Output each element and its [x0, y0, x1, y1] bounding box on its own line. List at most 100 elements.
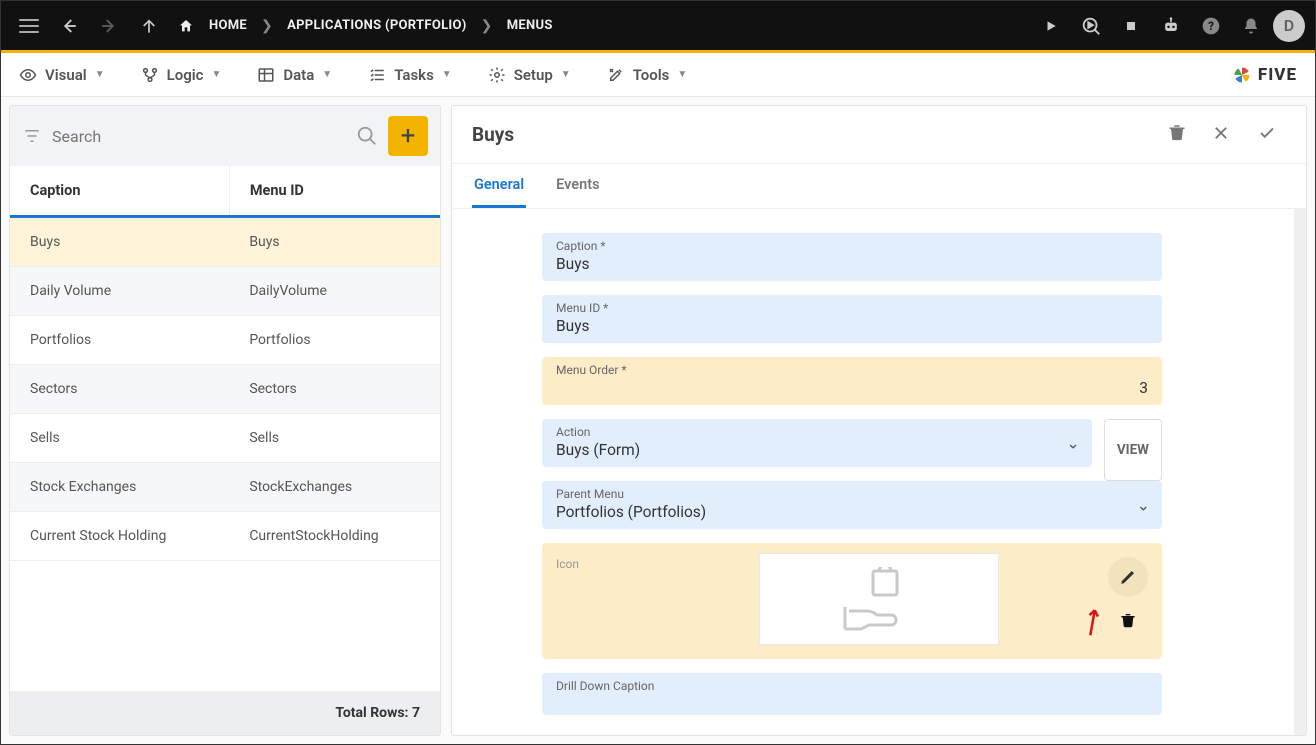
search-input[interactable]	[52, 127, 346, 146]
menu-data[interactable]: Data ▼	[257, 66, 332, 84]
view-button[interactable]: VIEW	[1104, 419, 1162, 481]
cell-caption: Stock Exchanges	[10, 463, 229, 512]
app-logo: FIVE	[1232, 65, 1297, 85]
logo-text: FIVE	[1258, 65, 1297, 85]
menu-logic[interactable]: Logic▼	[141, 66, 222, 84]
field-menuid[interactable]: Menu ID * Buys	[542, 295, 1162, 343]
check-icon	[1256, 124, 1278, 142]
cell-menuid: Sectors	[229, 365, 440, 414]
menu-list-table: Caption Menu ID BuysBuysDaily VolumeDail…	[10, 166, 440, 561]
menu-toggle-button[interactable]	[11, 8, 47, 44]
chevron-down-icon: ▼	[95, 69, 105, 80]
stop-icon	[1125, 20, 1137, 32]
field-icon: Icon	[542, 543, 1162, 659]
detail-title: Buys	[472, 123, 514, 146]
field-menuid-value: Buys	[556, 317, 1148, 335]
back-button[interactable]	[51, 8, 87, 44]
gear-icon	[488, 66, 506, 84]
branch-icon	[141, 66, 159, 84]
menu-tasks[interactable]: Tasks▼	[368, 66, 452, 84]
save-button[interactable]	[1248, 119, 1286, 151]
menu-data-label: Data	[283, 66, 314, 84]
bell-icon	[1242, 17, 1260, 35]
pencil-icon	[1119, 568, 1137, 586]
icon-edit-button[interactable]	[1108, 557, 1148, 597]
table-row[interactable]: PortfoliosPortfolios	[10, 316, 440, 365]
icon-delete-button[interactable]	[1120, 611, 1136, 633]
tab-events[interactable]: Events	[554, 164, 601, 208]
notifications-button[interactable]	[1233, 8, 1269, 44]
field-drilldown-caption[interactable]: Drill Down Caption	[542, 673, 1162, 715]
table-row[interactable]: Stock ExchangesStockExchanges	[10, 463, 440, 512]
field-order-label: Menu Order *	[556, 363, 1148, 377]
main-area: + Caption Menu ID BuysBuysDaily VolumeDa…	[1, 97, 1315, 744]
table-row[interactable]: Daily VolumeDailyVolume	[10, 267, 440, 316]
field-icon-label: Icon	[556, 553, 596, 571]
filter-icon[interactable]	[22, 127, 42, 145]
debug-button[interactable]	[1073, 8, 1109, 44]
eye-icon	[19, 66, 37, 84]
user-avatar[interactable]: D	[1273, 10, 1305, 42]
form-scroll[interactable]: Caption * Buys Menu ID * Buys Menu Order…	[452, 209, 1294, 735]
trash-icon	[1168, 122, 1186, 142]
cell-caption: Daily Volume	[10, 267, 229, 316]
search-icon[interactable]	[356, 125, 378, 147]
run-button[interactable]	[1033, 8, 1069, 44]
help-icon: ?	[1201, 16, 1221, 36]
add-button[interactable]: +	[388, 116, 428, 156]
table-row[interactable]: BuysBuys	[10, 217, 440, 267]
arrow-right-icon	[100, 17, 118, 35]
field-menu-order[interactable]: Menu Order * 3	[542, 357, 1162, 405]
chat-button[interactable]	[1153, 8, 1189, 44]
play-search-icon	[1080, 15, 1102, 37]
menu-visual[interactable]: Visual▼	[19, 66, 105, 84]
cell-menuid: Sells	[229, 414, 440, 463]
list-panel: + Caption Menu ID BuysBuysDaily VolumeDa…	[9, 105, 441, 736]
col-menuid[interactable]: Menu ID	[229, 166, 440, 217]
field-caption-value: Buys	[556, 255, 1148, 273]
breadcrumb-menus[interactable]: MENUS	[507, 18, 553, 33]
menu-bar: Visual▼ Logic▼ Data▼ Tasks▼ Setup▼ Tools…	[1, 53, 1315, 97]
field-caption-label: Caption *	[556, 239, 1148, 253]
plus-icon: +	[401, 121, 416, 151]
scrollbar[interactable]	[1294, 209, 1306, 735]
pinwheel-icon	[1232, 65, 1252, 85]
breadcrumb-home[interactable]: HOME	[209, 18, 247, 33]
tab-general[interactable]: General	[472, 164, 526, 208]
field-caption[interactable]: Caption * Buys	[542, 233, 1162, 281]
delete-button[interactable]	[1160, 118, 1194, 151]
cell-menuid: Portfolios	[229, 316, 440, 365]
home-icon	[177, 18, 195, 34]
robot-icon	[1161, 16, 1181, 36]
chevron-down-icon: ▼	[322, 69, 332, 80]
menu-logic-label: Logic	[167, 66, 204, 84]
close-button[interactable]	[1204, 119, 1238, 151]
cell-menuid: DailyVolume	[229, 267, 440, 316]
field-parent-menu[interactable]: Parent Menu Portfolios (Portfolios) ⌄	[542, 481, 1162, 529]
detail-tabs: General Events	[452, 164, 1306, 209]
col-caption[interactable]: Caption	[10, 166, 229, 217]
stop-button[interactable]	[1113, 8, 1149, 44]
field-action[interactable]: Action Buys (Form) ⌄	[542, 419, 1092, 467]
up-button[interactable]	[131, 8, 167, 44]
shopping-hand-icon	[839, 567, 919, 631]
chevron-down-icon: ▼	[442, 69, 452, 80]
menu-tools[interactable]: Tools▼	[607, 66, 688, 84]
table-row[interactable]: SellsSells	[10, 414, 440, 463]
svg-text:?: ?	[1208, 19, 1214, 33]
tools-icon	[607, 66, 625, 84]
cell-caption: Portfolios	[10, 316, 229, 365]
forward-button[interactable]	[91, 8, 127, 44]
menu-setup[interactable]: Setup▼	[488, 66, 571, 84]
help-button[interactable]: ?	[1193, 8, 1229, 44]
table-row[interactable]: Current Stock HoldingCurrentStockHolding	[10, 512, 440, 561]
arrow-left-icon	[60, 17, 78, 35]
field-order-value: 3	[556, 379, 1148, 397]
cell-menuid: CurrentStockHolding	[229, 512, 440, 561]
field-parent-value: Portfolios (Portfolios)	[556, 503, 1148, 521]
top-bar: HOME ❯ APPLICATIONS (PORTFOLIO) ❯ MENUS …	[1, 1, 1315, 53]
chevron-right-icon: ❯	[481, 18, 493, 34]
breadcrumb-applications[interactable]: APPLICATIONS (PORTFOLIO)	[287, 18, 467, 33]
breadcrumb: HOME ❯ APPLICATIONS (PORTFOLIO) ❯ MENUS	[177, 18, 553, 34]
table-row[interactable]: SectorsSectors	[10, 365, 440, 414]
